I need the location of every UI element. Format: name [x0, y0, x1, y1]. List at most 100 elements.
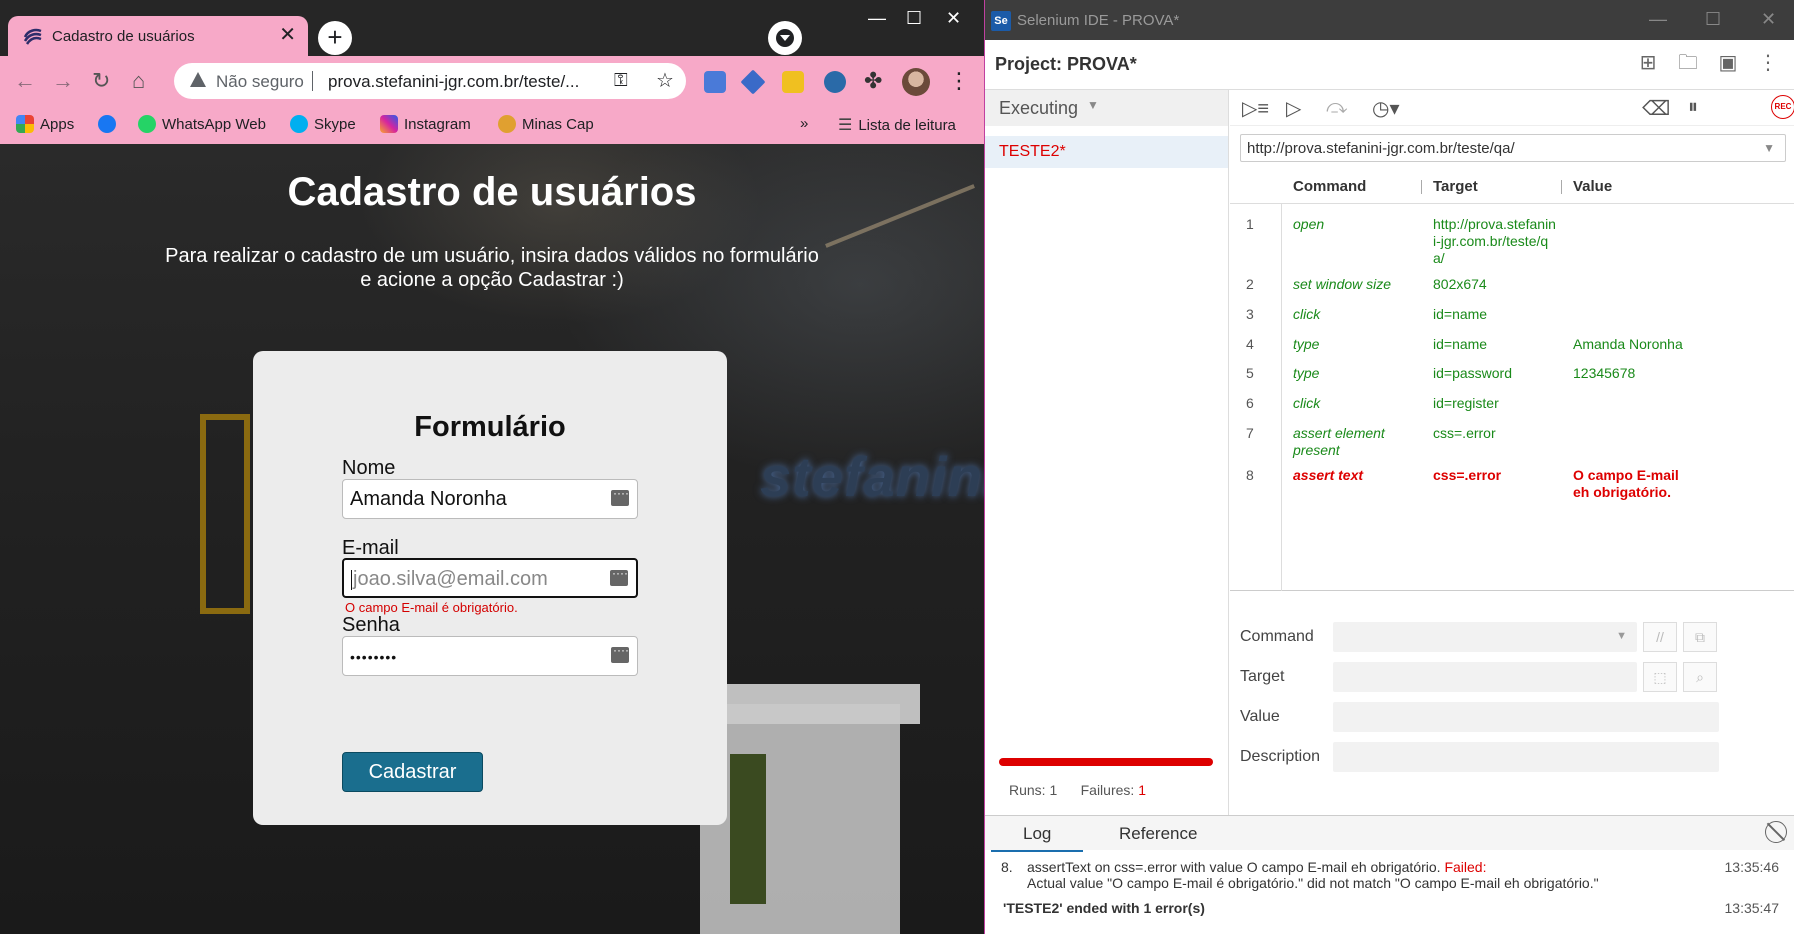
bookmark-label: Skype: [314, 115, 356, 133]
security-label[interactable]: Não seguro: [216, 72, 304, 92]
media-control-icon[interactable]: [768, 21, 802, 55]
bookmark-skype[interactable]: Skype: [290, 115, 356, 133]
log-entry: assertText on css=.error with value O ca…: [1027, 859, 1486, 875]
password-label: Senha: [342, 614, 400, 636]
value-field-label: Value: [1240, 708, 1280, 725]
failures-label: Failures:: [1080, 782, 1135, 798]
tab-log[interactable]: Log: [991, 824, 1084, 852]
chrome-window: Cadastro de usuários ✕ + — ☐ ✕ ← → ↻ ⌂ N…: [0, 0, 984, 934]
browser-tab[interactable]: Cadastro de usuários ✕: [8, 16, 308, 56]
disable-breakpoints-icon[interactable]: ⌫: [1642, 96, 1670, 121]
maximize-icon[interactable]: ☐: [906, 8, 922, 29]
email-error-message: O campo E-mail é obrigatório.: [345, 600, 518, 615]
value-field[interactable]: [1333, 702, 1719, 732]
maximize-icon[interactable]: ☐: [1705, 9, 1721, 30]
extension-icon[interactable]: [782, 71, 804, 93]
email-label: E-mail: [342, 537, 399, 559]
tab-strip: Cadastro de usuários ✕ + — ☐ ✕: [0, 0, 984, 56]
executing-dropdown[interactable]: Executing ▼: [985, 90, 1228, 126]
password-input[interactable]: ••••••••: [342, 636, 638, 676]
row-target: id=name: [1433, 306, 1488, 322]
clear-log-icon[interactable]: [1765, 821, 1787, 843]
open-reference-icon[interactable]: ⧉: [1683, 622, 1717, 652]
address-bar[interactable]: Não seguro prova.stefanini-jgr.com.br/te…: [174, 63, 686, 99]
bookmark-apps[interactable]: Apps: [16, 115, 74, 133]
column-divider: [1561, 180, 1562, 194]
reading-list-icon: ☰: [838, 117, 853, 134]
home-icon[interactable]: ⌂: [132, 68, 145, 94]
base-url-select[interactable]: http://prova.stefanini-jgr.com.br/teste/…: [1240, 134, 1786, 162]
step-over-icon[interactable]: ⤼: [1326, 96, 1347, 119]
key-icon[interactable]: ⚿: [614, 70, 628, 91]
ide-window-title: Selenium IDE - PROVA*: [1017, 12, 1180, 29]
command-field[interactable]: ▼: [1333, 622, 1637, 652]
reading-list-label: Lista de leitura: [858, 116, 956, 134]
autofill-icon[interactable]: [611, 486, 629, 506]
find-target-icon[interactable]: ⌕: [1683, 662, 1717, 692]
run-all-tests-icon[interactable]: ▷≡: [1242, 96, 1269, 121]
pause-on-exceptions-icon[interactable]: ⏸: [1688, 96, 1698, 119]
forward-icon[interactable]: →: [52, 68, 74, 94]
row-target: id=name: [1433, 336, 1488, 352]
extension-icon[interactable]: [740, 69, 766, 95]
bookmarks-overflow-icon[interactable]: »: [800, 115, 808, 132]
extensions-puzzle-icon[interactable]: ✤: [864, 68, 882, 94]
tab-close-icon[interactable]: ✕: [279, 24, 296, 46]
log-entry-text: assertText on css=.error with value O ca…: [1027, 859, 1441, 875]
instagram-icon: [380, 115, 398, 133]
tab-reference[interactable]: Reference: [1119, 824, 1197, 844]
target-field[interactable]: [1333, 662, 1637, 692]
chevron-down-icon: ▼: [1087, 98, 1099, 112]
extension-gear-icon[interactable]: [824, 71, 846, 93]
back-icon[interactable]: ←: [14, 68, 36, 94]
new-project-icon[interactable]: ⊞: [1637, 52, 1659, 74]
autofill-icon[interactable]: [611, 643, 629, 663]
bookmark-instagram[interactable]: Instagram: [380, 115, 471, 133]
command-field-label: Command: [1240, 628, 1314, 645]
translate-extension-icon[interactable]: [704, 71, 726, 93]
row-command: type: [1293, 365, 1320, 381]
run-test-icon[interactable]: ▷: [1286, 96, 1301, 121]
ide-title-bar: Se Selenium IDE - PROVA* — ☐ ✕: [985, 0, 1794, 40]
selenium-ide-window: Se Selenium IDE - PROVA* — ☐ ✕ Project: …: [984, 0, 1794, 934]
name-input[interactable]: Amanda Noronha: [342, 479, 638, 519]
autofill-icon[interactable]: [610, 566, 628, 586]
menu-icon[interactable]: ⋮: [948, 68, 970, 94]
form-title: Formulário: [414, 411, 566, 443]
command-editor: Command ▼ // ⧉ Target ⬚ ⌕ Value Descript…: [1230, 592, 1794, 815]
bookmark-whatsapp[interactable]: WhatsApp Web: [138, 115, 266, 133]
new-tab-button[interactable]: +: [318, 21, 352, 55]
url-text[interactable]: prova.stefanini-jgr.com.br/teste/...: [328, 72, 579, 92]
profile-avatar[interactable]: [902, 68, 930, 96]
project-name: PROVA*: [1067, 54, 1137, 74]
email-input[interactable]: joao.silva@email.com: [342, 558, 638, 598]
bookmark-facebook[interactable]: [98, 115, 116, 133]
close-window-icon[interactable]: ✕: [1761, 9, 1776, 30]
close-window-icon[interactable]: ✕: [946, 8, 961, 29]
row-target: css=.error: [1433, 467, 1502, 483]
reload-icon[interactable]: ↻: [92, 68, 110, 94]
row-target: css=.error: [1433, 425, 1496, 441]
save-project-icon[interactable]: ▣: [1717, 52, 1739, 74]
minimize-icon[interactable]: —: [1649, 9, 1667, 30]
email-placeholder: joao.silva@email.com: [353, 568, 548, 590]
speed-icon[interactable]: ◷▾: [1372, 96, 1400, 121]
test-item[interactable]: TESTE2*: [985, 136, 1228, 168]
table-header: Command Target Value: [1230, 170, 1794, 204]
open-project-icon[interactable]: 🗀: [1677, 52, 1699, 74]
row-value: 12345678: [1573, 365, 1636, 381]
minimize-icon[interactable]: —: [868, 8, 886, 29]
bookmark-minascap[interactable]: Minas Cap: [498, 115, 594, 133]
comment-toggle-button[interactable]: //: [1643, 622, 1677, 652]
select-target-icon[interactable]: ⬚: [1643, 662, 1677, 692]
more-options-icon[interactable]: ⋮: [1757, 52, 1779, 74]
record-button[interactable]: REC: [1771, 95, 1794, 119]
row-number: 8: [1246, 467, 1254, 483]
reading-list[interactable]: ☰ Lista de leitura: [838, 115, 956, 135]
warning-icon[interactable]: [190, 72, 206, 87]
description-field[interactable]: [1333, 742, 1719, 772]
row-command: open: [1293, 216, 1325, 232]
bookmark-star-icon[interactable]: ☆: [656, 68, 674, 93]
register-button[interactable]: Cadastrar: [342, 752, 483, 792]
run-progress-bar: [999, 758, 1213, 766]
